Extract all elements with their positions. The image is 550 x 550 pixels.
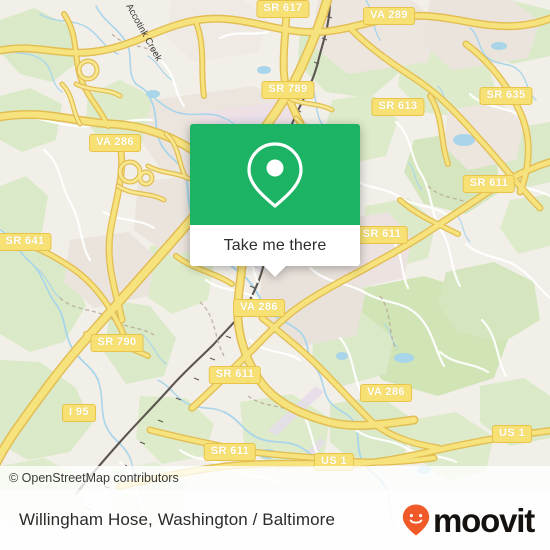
moovit-smiley-pin-icon <box>402 504 430 536</box>
station-popup-card[interactable]: Take me there <box>190 124 360 277</box>
road-shield: SR 641 <box>0 233 52 251</box>
road-shield: SR 789 <box>261 81 315 99</box>
popup-pointer-tail <box>264 266 286 277</box>
road-shield: SR 613 <box>371 98 425 116</box>
road-shield: SR 611 <box>208 366 262 384</box>
osm-attribution-text[interactable]: © OpenStreetMap contributors <box>9 471 179 485</box>
moovit-station-map-screenshot: Accotink Creek SR 617 VA 289 SR 789 SR 613 S… <box>0 0 550 550</box>
popup-cta-panel[interactable]: Take me there <box>190 225 360 266</box>
road-shield: SR 617 <box>256 0 310 18</box>
road-shield: SR 611 <box>355 226 409 244</box>
take-me-there-label: Take me there <box>223 236 327 254</box>
road-shield: I 95 <box>62 404 96 422</box>
moovit-wordmark: moovit <box>433 501 535 539</box>
road-shield: SR 635 <box>479 87 533 105</box>
road-shield: VA 289 <box>363 7 415 25</box>
moovit-logo[interactable]: moovit <box>401 501 535 539</box>
road-shield: SR 611 <box>462 175 516 193</box>
map-attribution-bar: © OpenStreetMap contributors <box>0 466 550 490</box>
road-shield: US 1 <box>491 425 533 443</box>
road-shield: VA 286 <box>233 299 285 317</box>
road-shield: SR 611 <box>203 443 257 461</box>
popup-pin-panel <box>190 124 360 225</box>
station-title: Willingham Hose, Washington / Baltimore <box>19 510 336 529</box>
footer-bar: Willingham Hose, Washington / Baltimore … <box>0 490 550 550</box>
road-shield: SR 790 <box>90 334 144 352</box>
location-pin-icon <box>247 141 303 208</box>
road-shield: VA 286 <box>89 134 141 152</box>
road-shield: VA 286 <box>360 384 412 402</box>
